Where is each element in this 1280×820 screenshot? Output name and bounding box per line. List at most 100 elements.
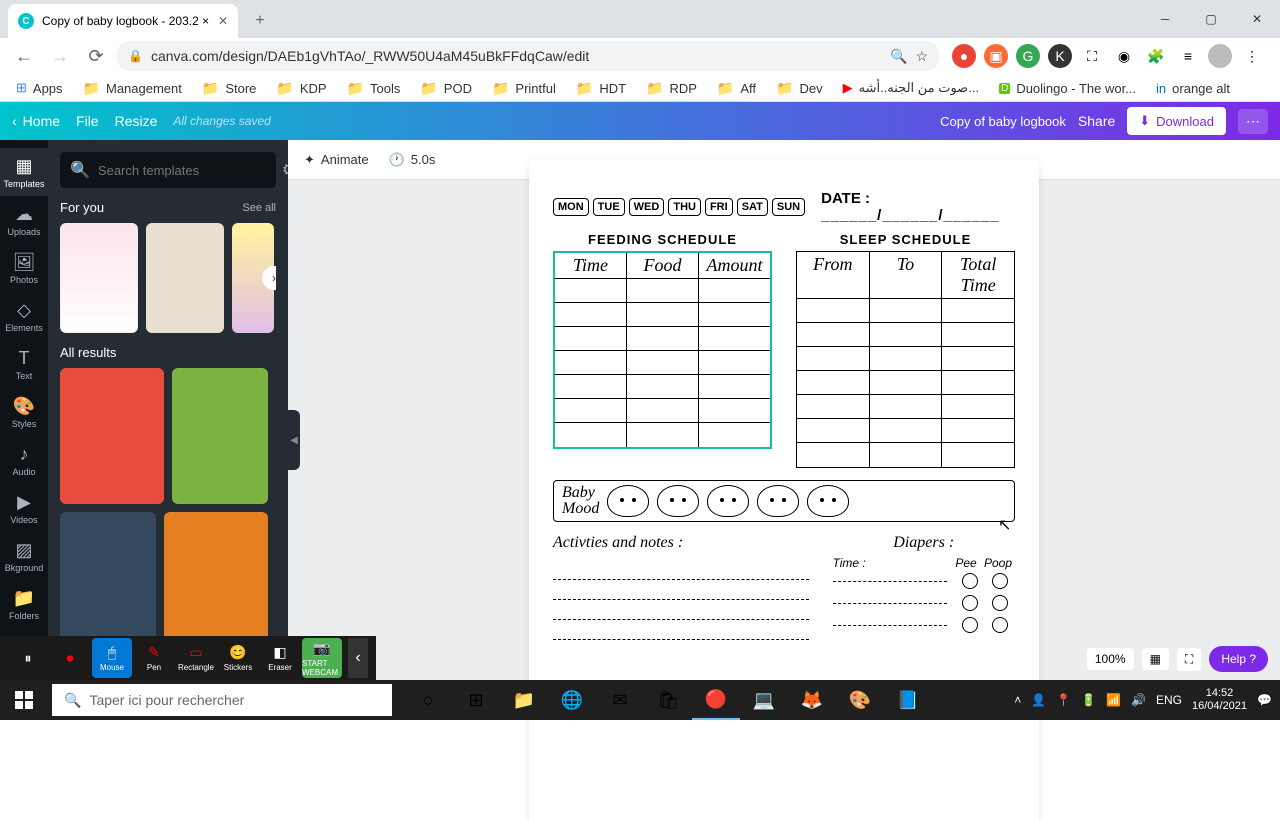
- people-icon[interactable]: 👤: [1031, 693, 1046, 707]
- bookmark-folder[interactable]: 📁Printful: [484, 76, 564, 101]
- template-card[interactable]: [172, 368, 268, 504]
- reading-list-icon[interactable]: ≡: [1176, 44, 1200, 68]
- rec-mouse[interactable]: 🖱Mouse: [92, 638, 132, 678]
- search-templates[interactable]: 🔍 ⚙: [60, 152, 276, 188]
- zoom-level[interactable]: 100%: [1087, 648, 1134, 670]
- template-card[interactable]: [60, 512, 156, 642]
- rec-collapse[interactable]: ‹: [348, 638, 368, 678]
- bookmark-link[interactable]: ▶صوت من الجنه..أشه...: [835, 76, 987, 100]
- chrome-menu-icon[interactable]: ⋮: [1240, 44, 1264, 68]
- bookmark-folder[interactable]: 📁Tools: [339, 76, 409, 101]
- battery-icon[interactable]: 🔋: [1081, 693, 1096, 707]
- extension-icon[interactable]: ◉: [1112, 44, 1136, 68]
- rec-stop[interactable]: ⏺: [50, 638, 90, 678]
- template-card[interactable]: [146, 223, 224, 333]
- bookmark-folder[interactable]: 📁Store: [194, 76, 265, 101]
- language-indicator[interactable]: ENG: [1156, 693, 1182, 707]
- firefox-icon[interactable]: 🦊: [788, 680, 836, 720]
- rec-eraser[interactable]: ◧Eraser: [260, 638, 300, 678]
- zoom-icon[interactable]: 🔍: [890, 48, 907, 65]
- download-button[interactable]: ⬇Download: [1127, 107, 1226, 135]
- close-tab-icon[interactable]: ✕: [218, 14, 228, 28]
- day-fri[interactable]: FRI: [705, 198, 733, 216]
- home-button[interactable]: ‹Home: [12, 113, 60, 129]
- rec-pen[interactable]: ✎Pen: [134, 638, 174, 678]
- location-icon[interactable]: 📍: [1056, 693, 1071, 707]
- rail-text[interactable]: TText: [0, 340, 48, 388]
- share-button[interactable]: Share: [1078, 113, 1115, 129]
- rail-videos[interactable]: ▶Videos: [0, 484, 48, 532]
- rail-background[interactable]: ▨Bkground: [0, 532, 48, 580]
- address-bar[interactable]: 🔒 canva.com/design/DAEb1gVhTAo/_RWW50U4a…: [116, 41, 940, 71]
- bookmark-star-icon[interactable]: ☆: [915, 48, 928, 65]
- day-tue[interactable]: TUE: [593, 198, 625, 216]
- resize-menu[interactable]: Resize: [115, 113, 158, 129]
- chrome-icon[interactable]: 🔴: [692, 680, 740, 720]
- bookmark-folder[interactable]: 📁HDT: [568, 76, 634, 101]
- extension-icon[interactable]: ●: [952, 44, 976, 68]
- file-menu[interactable]: File: [76, 113, 99, 129]
- extension-icon[interactable]: K: [1048, 44, 1072, 68]
- clock[interactable]: 14:52 16/04/2021: [1192, 687, 1247, 713]
- extension-icon[interactable]: ⛶: [1080, 44, 1104, 68]
- extension-icon[interactable]: ▣: [984, 44, 1008, 68]
- wifi-icon[interactable]: 📶: [1106, 693, 1121, 707]
- bookmark-link[interactable]: inorange alt: [1148, 77, 1238, 100]
- tray-expand-icon[interactable]: ˄: [1014, 693, 1021, 707]
- bookmark-link[interactable]: DDuolingo - The wor...: [991, 77, 1144, 100]
- app-icon[interactable]: 📘: [884, 680, 932, 720]
- sleep-table[interactable]: From To Total Time: [796, 251, 1015, 468]
- rail-folders[interactable]: 📁Folders: [0, 580, 48, 628]
- help-button[interactable]: Help ?: [1209, 646, 1268, 672]
- feeding-table[interactable]: Time Food Amount: [553, 251, 772, 449]
- apps-bookmark[interactable]: ⊞Apps: [8, 76, 71, 100]
- template-card[interactable]: [164, 512, 268, 642]
- bookmark-folder[interactable]: 📁RDP: [638, 76, 705, 101]
- template-card[interactable]: [60, 368, 164, 504]
- search-input[interactable]: [98, 163, 274, 178]
- mail-icon[interactable]: ✉: [596, 680, 644, 720]
- template-card[interactable]: [60, 223, 138, 333]
- day-thu[interactable]: THU: [668, 198, 701, 216]
- rail-uploads[interactable]: ☁Uploads: [0, 196, 48, 244]
- see-all-link[interactable]: See all: [242, 202, 276, 214]
- new-tab-button[interactable]: +: [246, 7, 274, 35]
- bookmark-folder[interactable]: 📁POD: [412, 76, 480, 101]
- rail-audio[interactable]: ♪Audio: [0, 436, 48, 484]
- more-menu-button[interactable]: ⋯: [1238, 109, 1268, 134]
- extensions-menu-icon[interactable]: 🧩: [1144, 44, 1168, 68]
- rec-stickers[interactable]: 😊Stickers: [218, 638, 258, 678]
- diapers-section[interactable]: Diapers : Time : Pee Poop: [833, 534, 1016, 640]
- rail-styles[interactable]: 🎨Styles: [0, 388, 48, 436]
- edge-icon[interactable]: 🌐: [548, 680, 596, 720]
- bookmark-folder[interactable]: 📁Management: [75, 76, 190, 101]
- grid-view-icon[interactable]: ▦: [1142, 648, 1169, 670]
- activities-section[interactable]: Activties and notes :: [553, 534, 809, 640]
- bookmark-folder[interactable]: 📁Aff: [709, 76, 764, 101]
- bookmark-folder[interactable]: 📁Dev: [768, 76, 831, 101]
- rail-elements[interactable]: ◇Elements: [0, 292, 48, 340]
- mood-section[interactable]: BabyMood: [553, 480, 1015, 522]
- rec-rectangle[interactable]: ▭Rectangle: [176, 638, 216, 678]
- pycharm-icon[interactable]: 💻: [740, 680, 788, 720]
- start-button[interactable]: [0, 680, 48, 720]
- extension-icon[interactable]: G: [1016, 44, 1040, 68]
- collapse-panel-button[interactable]: ◀: [288, 410, 300, 470]
- reload-button[interactable]: ⟳: [80, 40, 112, 72]
- maximize-button[interactable]: ▢: [1188, 0, 1234, 38]
- taskbar-search[interactable]: 🔍 Taper ici pour rechercher: [52, 684, 392, 716]
- store-icon[interactable]: 🛍: [644, 680, 692, 720]
- cortana-icon[interactable]: ○: [404, 680, 452, 720]
- document-title[interactable]: Copy of baby logbook: [940, 114, 1066, 129]
- notifications-icon[interactable]: 💬: [1257, 693, 1272, 707]
- fullscreen-icon[interactable]: ⛶: [1177, 648, 1201, 671]
- design-page[interactable]: MON TUE WED THU FRI SAT SUN DATE : _____…: [529, 160, 1039, 820]
- rail-templates[interactable]: ▦Templates: [0, 148, 48, 196]
- minimize-button[interactable]: ─: [1142, 0, 1188, 38]
- day-sat[interactable]: SAT: [737, 198, 768, 216]
- rail-photos[interactable]: 🖼Photos: [0, 244, 48, 292]
- volume-icon[interactable]: 🔊: [1131, 693, 1146, 707]
- forward-button[interactable]: →: [44, 40, 76, 72]
- task-view-icon[interactable]: ⊞: [452, 680, 500, 720]
- day-mon[interactable]: MON: [553, 198, 589, 216]
